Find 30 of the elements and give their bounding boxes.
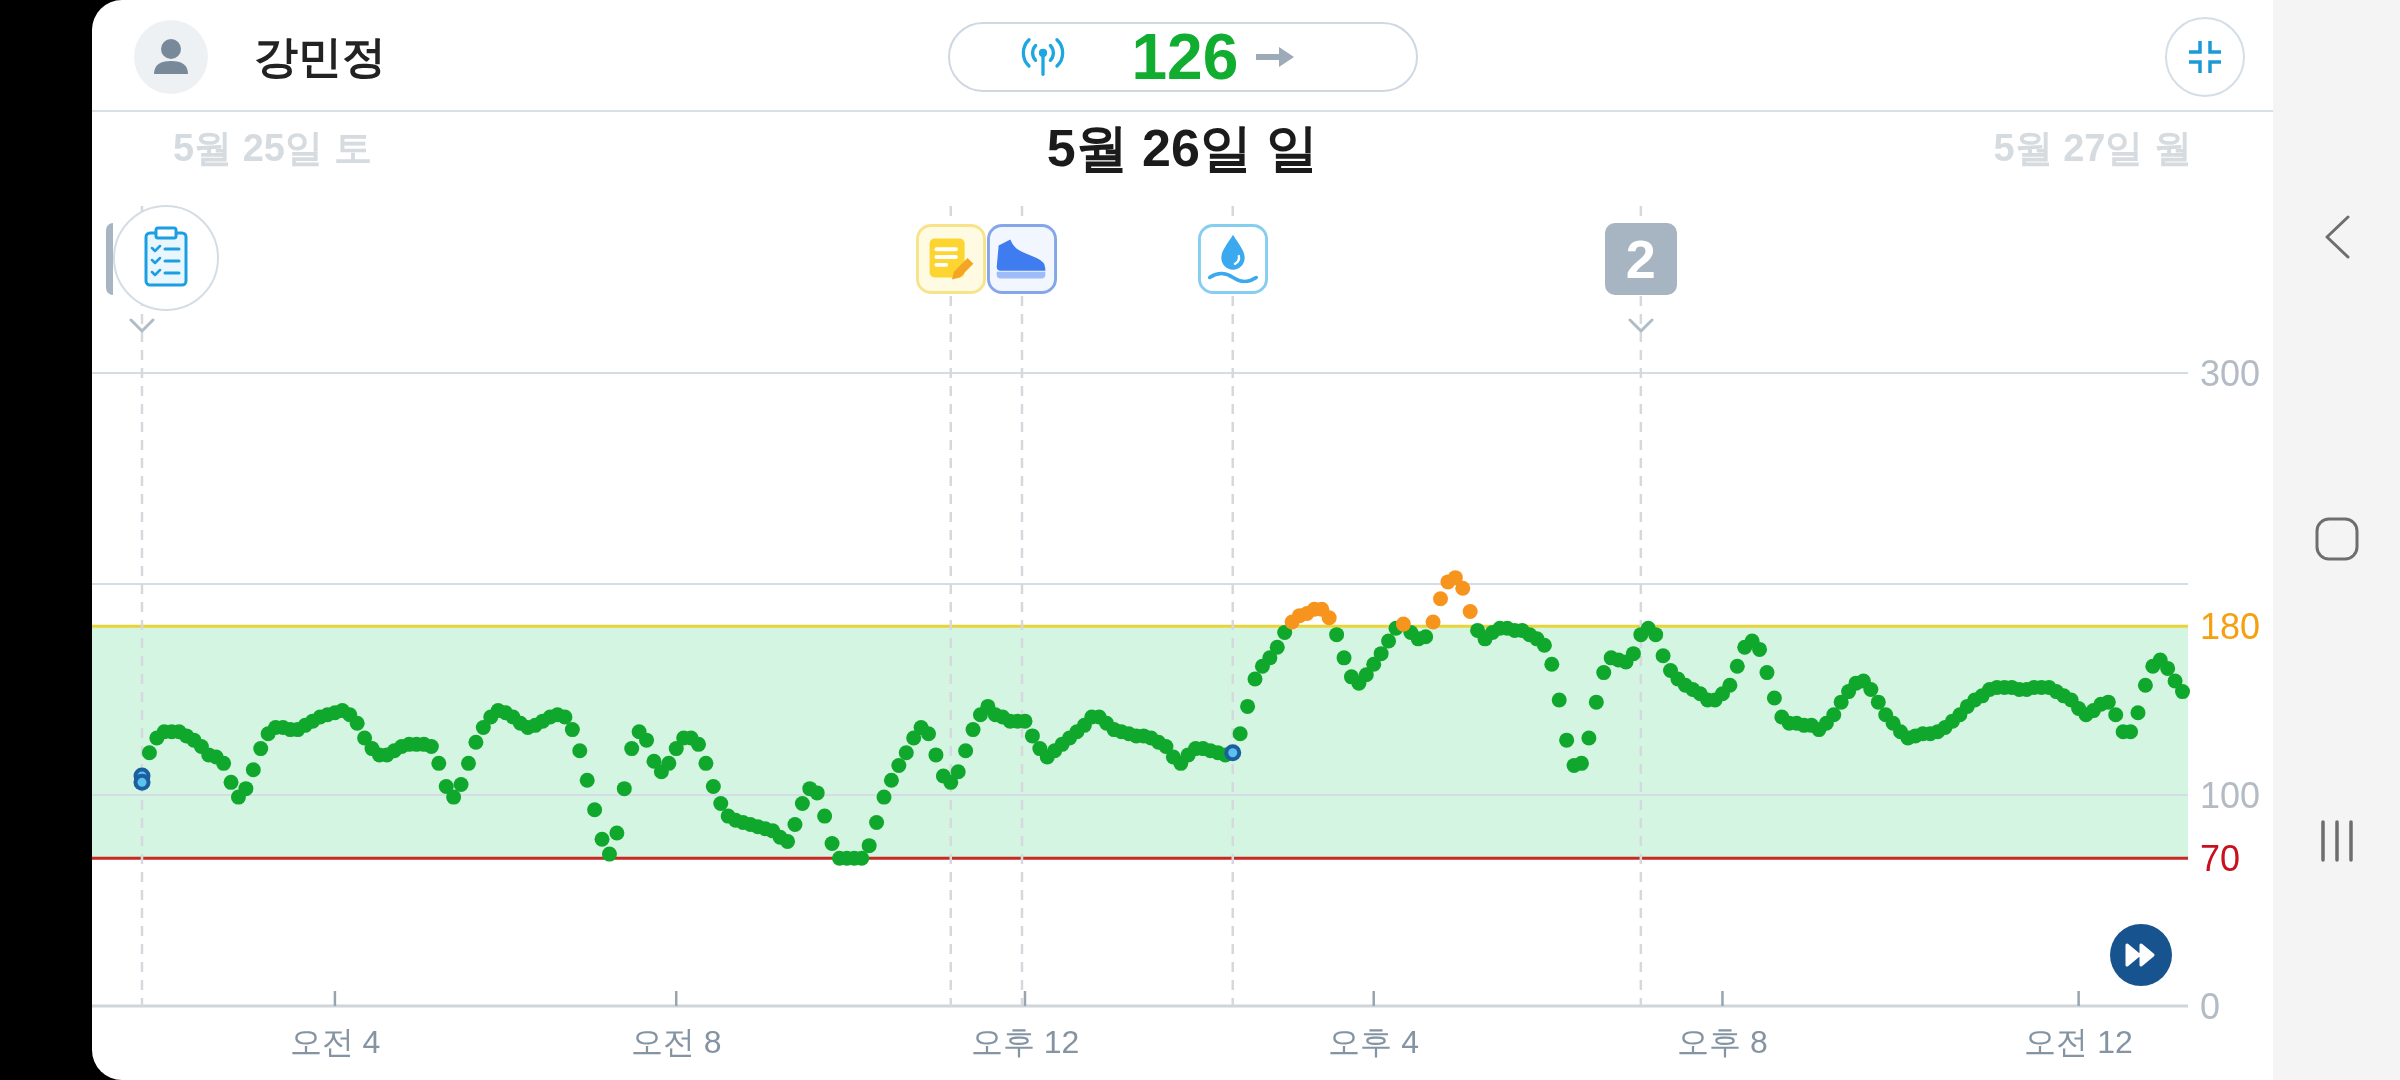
user-name: 강민정 [254,35,386,79]
x-axis-label: 오후 12 [970,1024,1080,1060]
clipboard-icon[interactable] [113,205,219,311]
x-axis-label: 오후 4 [1328,1024,1420,1060]
collapse-icon[interactable] [2165,17,2245,97]
y-axis-label: 100 [2200,774,2261,816]
x-axis-label: 오전 4 [289,1024,381,1060]
recents-icon[interactable] [2318,819,2355,863]
y-axis-label: 180 [2200,605,2261,647]
water-drop-icon[interactable] [1197,224,1268,294]
home-icon[interactable] [2314,517,2359,561]
note-icon[interactable] [915,224,986,294]
event-group-marker[interactable] [106,223,113,295]
glucose-reading: 126 [1131,25,1239,89]
y-axis-label: 0 [2200,985,2221,1027]
broadcast-icon [1019,37,1066,77]
x-axis-label: 오전 12 [2024,1024,2133,1060]
y-axis-label: 70 [2200,837,2241,879]
event-group-marker[interactable]: 2 [1604,223,1677,295]
arrow-right-icon [1256,47,1295,67]
x-axis-label: 오전 8 [630,1024,722,1060]
date-tab[interactable]: 5월 26일 일 [1046,122,1319,174]
y-axis-label: 300 [2200,352,2261,394]
chevron-down-icon[interactable] [1627,318,1654,334]
back-icon[interactable] [2323,215,2350,259]
sneaker-icon[interactable] [987,224,1057,294]
x-axis-label: 오후 8 [1677,1024,1768,1060]
fast-forward-icon[interactable] [2110,924,2172,986]
avatar-icon[interactable] [134,20,208,94]
chevron-down-icon[interactable] [129,318,155,334]
